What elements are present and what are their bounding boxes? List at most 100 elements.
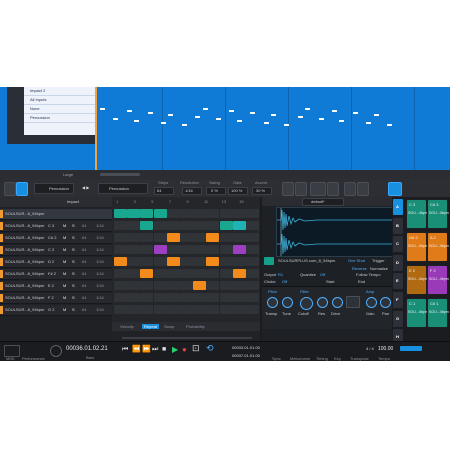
step-cell[interactable]: [114, 281, 127, 290]
gain-knob[interactable]: [366, 297, 377, 308]
step-cell[interactable]: [219, 245, 233, 254]
pad-button[interactable]: F 2 SOU...4bpm: [427, 265, 449, 295]
step-cell[interactable]: [246, 281, 259, 290]
mute-button[interactable]: M: [63, 295, 66, 300]
position-display[interactable]: 00036.01.02.21: [66, 346, 108, 352]
solo-button[interactable]: S: [72, 247, 75, 252]
step-cell[interactable]: [166, 293, 180, 302]
step-cell[interactable]: [140, 209, 154, 218]
pattern-lane[interactable]: SOULSUR...8_94bpm G 2 M S 64 1/16: [0, 305, 112, 316]
step-grid[interactable]: 1 3 5 7 9 11 13 15 Velocity Repeat Swap Probabilit…: [112, 197, 260, 348]
step-cell[interactable]: [127, 245, 141, 254]
step-cell[interactable]: [153, 233, 167, 242]
pencil-tool-button[interactable]: [344, 182, 356, 196]
pattern-lane[interactable]: SOULSUR...8_94bpm C 2 M S 64 1/16: [0, 245, 112, 256]
loop-end[interactable]: 00037.01.01.00: [232, 353, 260, 358]
step-cell[interactable]: [114, 221, 127, 230]
edit-tool-button[interactable]: [310, 182, 326, 196]
mute-button[interactable]: M: [63, 283, 66, 288]
master-volume[interactable]: [400, 346, 422, 351]
step-cell[interactable]: [153, 245, 167, 254]
step-cell[interactable]: [127, 305, 141, 314]
step-cell[interactable]: [246, 209, 259, 218]
step-cell[interactable]: [206, 269, 220, 278]
follow-tempo-button[interactable]: Follow Tempo: [356, 272, 381, 277]
step-cell[interactable]: [232, 293, 246, 302]
step-cell[interactable]: [153, 209, 167, 218]
step-cell[interactable]: [219, 281, 233, 290]
pad-bank-button[interactable]: F: [393, 292, 403, 308]
pan-knob[interactable]: [380, 297, 391, 308]
pad-bank-button[interactable]: C: [393, 236, 403, 253]
step-cell[interactable]: [114, 233, 127, 242]
pad-bank-button[interactable]: A: [393, 199, 403, 215]
step-cell[interactable]: [153, 269, 167, 278]
step-cell[interactable]: [246, 257, 259, 266]
step-cell[interactable]: [219, 209, 233, 218]
swing-field[interactable]: 0 %: [206, 187, 226, 195]
mute-button[interactable]: M: [63, 271, 66, 276]
step-cell[interactable]: [193, 209, 207, 218]
step-cell[interactable]: [232, 233, 246, 242]
rewind-start-icon[interactable]: ⏮: [122, 346, 128, 353]
pad-button[interactable]: G# 2 SOU...4bpm: [406, 232, 428, 262]
step-cell[interactable]: [232, 245, 246, 254]
step-cell[interactable]: [193, 245, 207, 254]
step-cell[interactable]: [166, 233, 180, 242]
step-cell[interactable]: [153, 293, 167, 302]
step-cell[interactable]: [206, 245, 220, 254]
pad-bank-button[interactable]: B: [393, 217, 403, 234]
step-cell[interactable]: [166, 305, 180, 314]
step-cell[interactable]: [114, 257, 127, 266]
forward-end-icon[interactable]: ⏭: [152, 346, 158, 353]
step-cell[interactable]: [140, 257, 154, 266]
step-cell[interactable]: [153, 305, 167, 314]
step-cell[interactable]: [193, 305, 207, 314]
step-cell[interactable]: [219, 257, 233, 266]
resolution-field[interactable]: 1/16: [182, 187, 202, 195]
pattern-prev-icon[interactable]: ◀ ▶: [82, 185, 89, 190]
step-cell[interactable]: [127, 281, 141, 290]
steps-field[interactable]: 64: [154, 187, 174, 195]
step-cell[interactable]: [206, 281, 220, 290]
instrument-item[interactable]: Percussion: [24, 114, 95, 123]
lane-slider[interactable]: [122, 337, 252, 339]
filter-type-button[interactable]: [346, 296, 360, 308]
step-cell[interactable]: [219, 221, 233, 230]
step-cell[interactable]: [232, 257, 246, 266]
step-cell[interactable]: [140, 269, 154, 278]
gate-field[interactable]: 100 %: [228, 187, 248, 195]
tempo-value[interactable]: 100.00: [378, 346, 393, 352]
time-signature[interactable]: 4 / 4: [366, 346, 374, 351]
lane-tab[interactable]: Probability: [186, 324, 205, 329]
step-cell[interactable]: [166, 257, 180, 266]
step-cell[interactable]: [246, 269, 259, 278]
step-cell[interactable]: [219, 269, 233, 278]
arrangement-view[interactable]: Impact 2 All Inputs None Percussion: [0, 87, 450, 170]
step-cell[interactable]: [180, 281, 193, 290]
pattern-lane[interactable]: SOULSUR...8_94bpm C 3 M S 64 1/16: [0, 221, 112, 232]
choke-value[interactable]: Off: [282, 279, 287, 284]
mode-select[interactable]: One Shot: [348, 258, 365, 263]
step-cell[interactable]: [114, 245, 127, 254]
loop-start[interactable]: 00033.01.01.00: [232, 345, 260, 350]
step-cell[interactable]: [193, 293, 207, 302]
lane-tab[interactable]: Swap: [164, 324, 174, 329]
reverse-button[interactable]: Reverse: [352, 266, 367, 271]
tune-knob[interactable]: [282, 297, 293, 308]
pad-button[interactable]: C# 3 SOU...4bpm: [427, 199, 449, 229]
pattern-lane[interactable]: SOULSUR...8_94bpm F# 2 M S 64 1/16: [0, 269, 112, 280]
step-cell[interactable]: [114, 269, 127, 278]
step-cell[interactable]: [166, 281, 180, 290]
prev-page-button[interactable]: [282, 182, 294, 196]
instrument-item[interactable]: All Inputs: [24, 96, 95, 105]
step-cell[interactable]: [180, 305, 193, 314]
step-cell[interactable]: [166, 221, 180, 230]
res-knob[interactable]: [317, 297, 328, 308]
rewind-icon[interactable]: ⏪: [132, 346, 141, 353]
waveform-display[interactable]: [276, 207, 394, 257]
step-cell[interactable]: [166, 245, 180, 254]
playhead[interactable]: [95, 87, 97, 170]
horizontal-scrollbar[interactable]: [100, 173, 140, 176]
pattern-lane[interactable]: SOULSUR...8_94bpm C# 2 M S 64 1/16: [0, 233, 112, 244]
